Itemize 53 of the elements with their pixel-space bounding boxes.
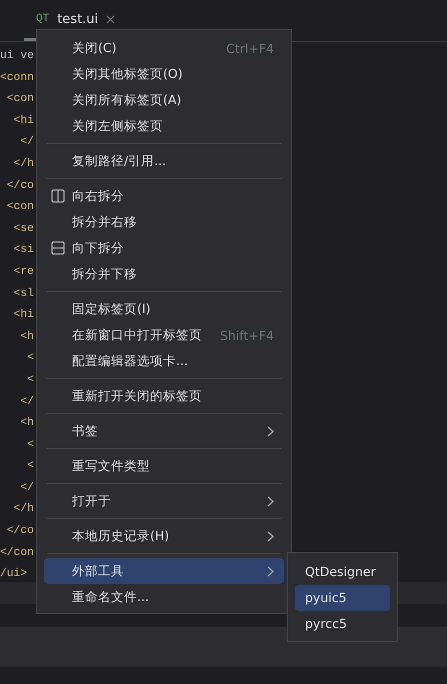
split-horizontal-icon xyxy=(51,241,65,255)
code-line: </co xyxy=(6,180,34,192)
menu-item[interactable]: 本地历史记录(H) xyxy=(44,523,284,549)
code-line: < xyxy=(26,460,34,472)
menu-item[interactable]: 拆分并下移 xyxy=(44,261,284,287)
menu-item[interactable]: pyrcc5 xyxy=(295,611,390,637)
code-line: /ui> xyxy=(0,568,28,580)
file-type-label: QT xyxy=(36,13,50,25)
code-line: <re xyxy=(12,266,34,278)
code-line: <con xyxy=(6,201,34,214)
code-line: <sl xyxy=(12,288,34,300)
code-line: </h xyxy=(12,158,34,170)
code-line: <hi xyxy=(12,114,34,127)
code-line: <h xyxy=(19,417,34,430)
menu-item[interactable]: 固定标签页(I) xyxy=(44,296,284,322)
code-line: </ xyxy=(19,136,34,148)
menu-item[interactable]: 打开于 xyxy=(44,488,284,514)
code-line: </ xyxy=(19,396,34,408)
code-line: <se xyxy=(12,222,34,235)
menu-item[interactable]: 重命名文件... xyxy=(44,584,284,610)
code-line: </co xyxy=(6,525,34,538)
menu-item[interactable]: pyuic5 xyxy=(295,585,390,611)
menu-item[interactable]: 在新窗口中打开标签页 Shift+F4 xyxy=(44,322,284,348)
menu-item[interactable]: 重新打开关闭的标签页 xyxy=(44,383,284,409)
code-line: < xyxy=(26,352,34,364)
code-line: ui ve xyxy=(0,50,34,62)
menu-item[interactable]: 拆分并右移 xyxy=(44,209,284,235)
menu-item[interactable]: 关闭其他标签页(O) xyxy=(44,61,284,87)
code-line: <con xyxy=(6,93,34,106)
menu-item[interactable]: 书签 xyxy=(44,418,284,444)
code-line: <conn xyxy=(0,72,34,84)
menu-item[interactable]: 外部工具 xyxy=(44,558,284,584)
code-line: <si xyxy=(12,244,34,256)
menu-item[interactable]: 配置编辑器选项卡... xyxy=(44,348,284,374)
code-line: < xyxy=(26,374,34,386)
menu-item[interactable]: 关闭左侧标签页 xyxy=(44,113,284,139)
menu-item[interactable]: QtDesigner xyxy=(295,559,390,585)
shortcut-label: Shift+F4 xyxy=(220,328,274,342)
shortcut-label: Ctrl+F4 xyxy=(226,40,274,56)
code-line: </con xyxy=(0,546,34,559)
close-icon[interactable] xyxy=(106,14,116,24)
menu-item[interactable]: 向下拆分 xyxy=(44,235,284,261)
split-vertical-icon xyxy=(51,189,65,203)
code-line: <hi xyxy=(12,309,34,322)
code-line: < xyxy=(26,438,34,451)
code-line: </h xyxy=(12,503,34,516)
menu-item[interactable]: 向右拆分 xyxy=(44,183,284,209)
menu-item[interactable]: 关闭所有标签页(A) xyxy=(44,87,284,113)
menu-item[interactable]: 复制路径/引用... xyxy=(44,148,284,174)
tab-title: test.ui xyxy=(57,12,98,26)
menu-item[interactable]: 重写文件类型 xyxy=(44,453,284,479)
code-line: </ xyxy=(19,482,34,494)
code-line: <h xyxy=(19,330,34,343)
